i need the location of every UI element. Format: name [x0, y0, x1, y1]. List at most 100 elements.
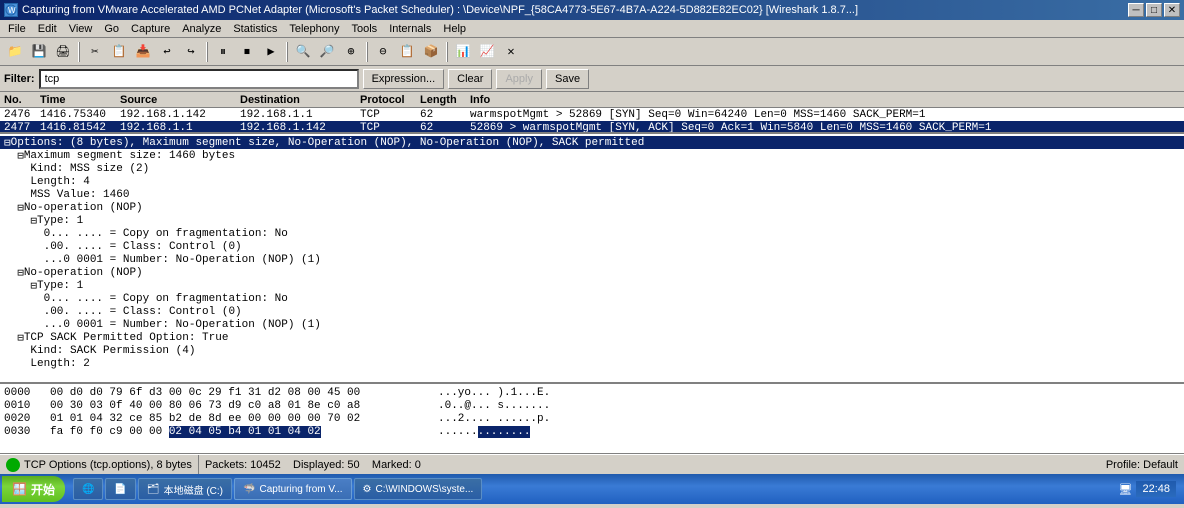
- drive-label: 本地磁盘 (C:): [164, 482, 223, 497]
- toolbar-button-12[interactable]: 🔎: [316, 41, 338, 63]
- detail-expand-btn[interactable]: ⊟: [30, 214, 37, 228]
- detail-line[interactable]: ⊟ Options: (8 bytes), Maximum segment si…: [0, 136, 1184, 149]
- packet-rows: 2476 1416.75340 192.168.1.142 192.168.1.…: [0, 108, 1184, 134]
- toolbar-button-16[interactable]: 📦: [420, 41, 442, 63]
- toolbar-button-14[interactable]: ⊖: [372, 41, 394, 63]
- detail-expand-btn[interactable]: ⊟: [17, 266, 24, 280]
- detail-line[interactable]: 0... .... = Copy on fragmentation: No: [0, 292, 1184, 305]
- detail-line[interactable]: Kind: MSS size (2): [0, 162, 1184, 175]
- toolbar-button-13[interactable]: ⊕: [340, 41, 362, 63]
- detail-line[interactable]: .00. .... = Class: Control (0): [0, 240, 1184, 253]
- menu-item-edit[interactable]: Edit: [32, 21, 63, 37]
- maximize-button[interactable]: □: [1146, 3, 1162, 17]
- minimize-button[interactable]: ─: [1128, 3, 1144, 17]
- hex-bytes: fa f0 f0 c9 00 00 02 04 05 b4 01 01 04 0…: [50, 426, 430, 438]
- toolbar-button-9[interactable]: ⏹: [236, 41, 258, 63]
- menu-item-tools[interactable]: Tools: [346, 21, 384, 37]
- hex-ascii: ..............: [438, 426, 530, 438]
- detail-text: Length: 2: [30, 358, 89, 370]
- toolbar-button-2[interactable]: 🖨: [52, 41, 74, 63]
- toolbar-button-19[interactable]: ✕: [500, 41, 522, 63]
- taskbar-item-wireshark[interactable]: 🦈 Capturing from V...: [234, 478, 351, 500]
- taskbar-item-cmd[interactable]: ⚙ C:\WINDOWS\syste...: [354, 478, 483, 500]
- toolbar-separator: [286, 42, 288, 62]
- col-header-time: Time: [40, 94, 120, 106]
- clear-button[interactable]: Clear: [448, 69, 492, 89]
- toolbar-button-6[interactable]: ↩: [156, 41, 178, 63]
- start-button[interactable]: 🪟 开始: [2, 476, 65, 502]
- toolbar-button-7[interactable]: ↪: [180, 41, 202, 63]
- detail-line[interactable]: ⊟ No-operation (NOP): [0, 266, 1184, 279]
- toolbar-button-0[interactable]: 📁: [4, 41, 26, 63]
- detail-text: .00. .... = Class: Control (0): [44, 306, 242, 318]
- hex-bytes: 01 01 04 32 ce 85 b2 de 8d ee 00 00 00 0…: [50, 413, 430, 425]
- detail-expand-btn[interactable]: ⊟: [17, 201, 24, 215]
- cmd-label: C:\WINDOWS\syste...: [375, 484, 473, 495]
- menu-item-view[interactable]: View: [63, 21, 99, 37]
- cmd-icon: ⚙: [363, 484, 372, 495]
- toolbar-button-5[interactable]: 📥: [132, 41, 154, 63]
- detail-line[interactable]: ⊟ No-operation (NOP): [0, 201, 1184, 214]
- menu-item-help[interactable]: Help: [437, 21, 472, 37]
- taskbar-item-drive[interactable]: 🗂 本地磁盘 (C:): [138, 478, 232, 500]
- toolbar-button-11[interactable]: 🔍: [292, 41, 314, 63]
- menu-item-analyze[interactable]: Analyze: [176, 21, 227, 37]
- detail-line[interactable]: ⊟ Type: 1: [0, 214, 1184, 227]
- toolbar-button-15[interactable]: 📋: [396, 41, 418, 63]
- detail-line[interactable]: .00. .... = Class: Control (0): [0, 305, 1184, 318]
- wireshark-label: Capturing from V...: [259, 484, 342, 495]
- hex-highlight: 02 04 05 b4 01 01 04 02: [169, 426, 321, 438]
- close-button[interactable]: ✕: [1164, 3, 1180, 17]
- hex-bytes: 00 d0 d0 79 6f d3 00 0c 29 f1 31 d2 08 0…: [50, 387, 430, 399]
- packet-row[interactable]: 2476 1416.75340 192.168.1.142 192.168.1.…: [0, 108, 1184, 121]
- detail-text: Options: (8 bytes), Maximum segment size…: [11, 137, 645, 149]
- menu-item-go[interactable]: Go: [98, 21, 125, 37]
- menu-item-telephony[interactable]: Telephony: [283, 21, 345, 37]
- detail-line[interactable]: Length: 2: [0, 357, 1184, 370]
- detail-expand-btn[interactable]: ⊟: [17, 149, 24, 163]
- apply-button[interactable]: Apply: [496, 69, 542, 89]
- detail-line[interactable]: Kind: SACK Permission (4): [0, 344, 1184, 357]
- save-button[interactable]: Save: [546, 69, 589, 89]
- taskbar-item-ie[interactable]: 🌐: [73, 478, 103, 500]
- drive-icon: 🗂: [147, 484, 160, 495]
- detail-expand-btn[interactable]: ⊟: [4, 136, 11, 150]
- detail-expand-btn[interactable]: ⊟: [30, 279, 37, 293]
- detail-indent: [4, 215, 30, 227]
- detail-line[interactable]: ⊟ TCP SACK Permitted Option: True: [0, 331, 1184, 344]
- status-packets: Packets: 10452 Displayed: 50 Marked: 0: [199, 459, 1100, 471]
- hex-ascii: ...2.... ......p.: [438, 413, 550, 425]
- packet-len: 62: [420, 122, 470, 134]
- menu-item-statistics[interactable]: Statistics: [227, 21, 283, 37]
- detail-line[interactable]: ⊟ Maximum segment size: 1460 bytes: [0, 149, 1184, 162]
- menu-item-internals[interactable]: Internals: [383, 21, 437, 37]
- filter-input[interactable]: [39, 69, 359, 89]
- toolbar-button-10[interactable]: ▶: [260, 41, 282, 63]
- detail-text: No-operation (NOP): [24, 202, 143, 214]
- detail-line[interactable]: 0... .... = Copy on fragmentation: No: [0, 227, 1184, 240]
- menu-item-file[interactable]: File: [2, 21, 32, 37]
- col-header-len: Length: [420, 94, 470, 106]
- detail-expand-btn[interactable]: ⊟: [17, 331, 24, 345]
- detail-line[interactable]: MSS Value: 1460: [0, 188, 1184, 201]
- menu-item-capture[interactable]: Capture: [125, 21, 176, 37]
- detail-line[interactable]: Length: 4: [0, 175, 1184, 188]
- toolbar-button-8[interactable]: ⏸: [212, 41, 234, 63]
- toolbar-button-3[interactable]: ✂: [84, 41, 106, 63]
- detail-line[interactable]: ...0 0001 = Number: No-Operation (NOP) (…: [0, 318, 1184, 331]
- packet-len: 62: [420, 109, 470, 121]
- detail-text: 0... .... = Copy on fragmentation: No: [44, 293, 288, 305]
- toolbar-button-4[interactable]: 📋: [108, 41, 130, 63]
- toolbar-button-17[interactable]: 📊: [452, 41, 474, 63]
- expression-button[interactable]: Expression...: [363, 69, 445, 89]
- toolbar-button-1[interactable]: 💾: [28, 41, 50, 63]
- window-controls[interactable]: ─ □ ✕: [1128, 3, 1180, 17]
- packet-row[interactable]: 2477 1416.81542 192.168.1.1 192.168.1.14…: [0, 121, 1184, 134]
- detail-line[interactable]: ⊟ Type: 1: [0, 279, 1184, 292]
- toolbar-button-18[interactable]: 📈: [476, 41, 498, 63]
- taskbar-item-explorer[interactable]: 📄: [105, 478, 135, 500]
- detail-line[interactable]: ...0 0001 = Number: No-Operation (NOP) (…: [0, 253, 1184, 266]
- hex-line: 0000 00 d0 d0 79 6f d3 00 0c 29 f1 31 d2…: [4, 386, 1180, 399]
- packet-dst: 192.168.1.142: [240, 122, 360, 134]
- hex-offset: 0030: [4, 426, 42, 438]
